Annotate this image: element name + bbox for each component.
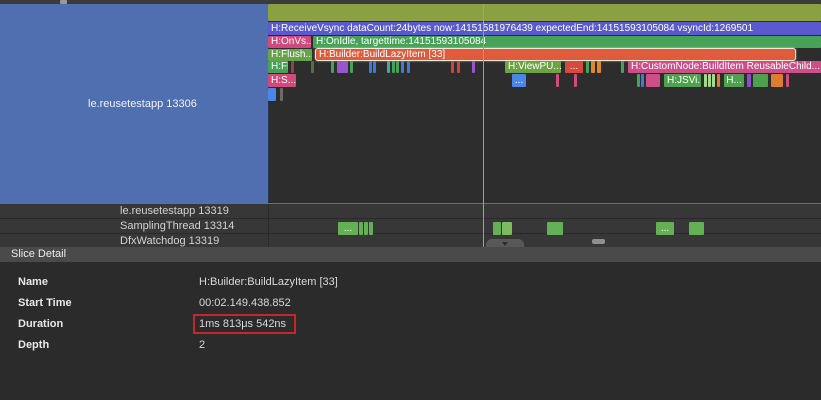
top-toolbar	[0, 0, 821, 4]
panel-title: Slice Detail	[11, 248, 67, 260]
timeline-slice[interactable]	[369, 61, 372, 73]
toolbar-glyph-icon	[60, 0, 67, 4]
timeline-slice[interactable]	[291, 61, 294, 73]
timeline-slice[interactable]	[591, 61, 595, 73]
field-value: 2	[199, 338, 206, 351]
sampling-slice[interactable]: ...	[338, 222, 358, 235]
timeline-slice[interactable]	[407, 61, 410, 73]
scrollbar-thumb[interactable]	[592, 239, 605, 244]
timeline-slice[interactable]	[574, 74, 577, 87]
field-label: Name	[18, 275, 48, 288]
onidle-slice[interactable]: H:OnIdle, targettime:14151593105084	[313, 36, 821, 48]
field-label: Duration	[18, 317, 64, 330]
slice-detail-header: Slice Detail	[0, 239, 821, 262]
timeline-slice[interactable]: H:Flush...	[268, 49, 312, 61]
timeline-slice[interactable]	[387, 61, 390, 73]
chevron-down-icon	[502, 242, 508, 246]
sampling-slice[interactable]: ...	[656, 222, 674, 235]
timeline-slice[interactable]	[597, 61, 601, 73]
timeline-slice[interactable]	[337, 61, 348, 73]
field-label: Start Time	[18, 296, 72, 309]
sampling-slice[interactable]	[359, 222, 363, 235]
timeline-slice[interactable]	[331, 61, 334, 73]
slice-detail-panel: Slice Detail Name H:Builder:BuildLazyIte…	[0, 239, 821, 400]
timeline-slice[interactable]	[586, 61, 589, 73]
sampling-slice[interactable]	[369, 222, 373, 235]
timeline-slice[interactable]: H...	[724, 74, 744, 87]
duration-highlight-box: 1ms 813μs 542ns	[193, 313, 297, 334]
collapse-panel-tab[interactable]	[486, 239, 524, 247]
timeline-slice[interactable]	[401, 61, 404, 73]
timeline-slice[interactable]: H:Fl...	[268, 61, 288, 73]
detail-field-name: Name H:Builder:BuildLazyItem [33]	[0, 271, 821, 292]
field-value: 00:02.149.438.852	[199, 296, 291, 309]
timeline-slice[interactable]	[311, 61, 314, 73]
timeline-slice[interactable]	[747, 74, 751, 87]
timeline-slice[interactable]	[637, 74, 640, 87]
timeline-slice[interactable]	[556, 74, 559, 87]
sampling-slice[interactable]	[547, 222, 563, 235]
timeline-slice[interactable]: H:ViewPU....	[505, 61, 561, 73]
timeline-slice[interactable]	[457, 61, 460, 73]
timeline-slice[interactable]: ...	[565, 61, 583, 73]
timeline-slice[interactable]: ...	[512, 74, 526, 87]
timeline-slice[interactable]	[641, 74, 644, 87]
timeline-slice[interactable]	[786, 74, 789, 87]
timeline-slice[interactable]	[472, 61, 475, 73]
timeline-slice[interactable]	[712, 74, 715, 87]
timeline-slice[interactable]	[646, 74, 660, 87]
timeline-slice[interactable]	[771, 74, 783, 87]
timeline-slice[interactable]	[350, 61, 353, 73]
timeline-slice[interactable]	[451, 61, 454, 73]
timeline-slice[interactable]	[280, 88, 283, 101]
customnode-slice[interactable]: H:CustomNode:BuildItem ReusableChild...	[628, 61, 821, 73]
timeline-slice[interactable]	[396, 61, 399, 73]
receive-vsync-slice[interactable]: H:ReceiveVsync dataCount:24bytes now:141…	[268, 22, 821, 35]
timeline-slice-layer: H:ReceiveVsync dataCount:24bytes now:141…	[0, 0, 821, 247]
timeline-slice[interactable]	[268, 88, 276, 101]
timeline-slice[interactable]	[392, 61, 395, 73]
timeline-slice[interactable]: H:JSVi...	[664, 74, 701, 87]
sampling-slice[interactable]	[493, 222, 501, 235]
sampling-slice[interactable]	[689, 222, 704, 235]
timeline-slice[interactable]	[708, 74, 711, 87]
field-value: H:Builder:BuildLazyItem [33]	[199, 275, 338, 288]
detail-field-duration: Duration 1ms 813μs 542ns	[0, 313, 821, 334]
detail-field-depth: Depth 2	[0, 334, 821, 355]
sampling-slice[interactable]	[364, 222, 368, 235]
timeline-marker-line[interactable]	[483, 4, 484, 247]
timeline-slice[interactable]: H:OnVs...	[268, 36, 311, 48]
timeline-slice[interactable]	[753, 74, 768, 87]
timeline-slice[interactable]	[373, 61, 376, 73]
timeline-slice[interactable]	[717, 74, 720, 87]
timeline-slice[interactable]: H:S...	[268, 74, 296, 87]
sampling-slice[interactable]	[502, 222, 512, 235]
timeline-slice[interactable]	[621, 61, 624, 73]
detail-field-start-time: Start Time 00:02.149.438.852	[0, 292, 821, 313]
selected-slice[interactable]: H:Builder:BuildLazyItem [33]	[315, 48, 796, 61]
timeline-slice[interactable]	[704, 74, 707, 87]
vsync-frame-bar[interactable]	[268, 4, 821, 21]
field-label: Depth	[18, 338, 50, 351]
